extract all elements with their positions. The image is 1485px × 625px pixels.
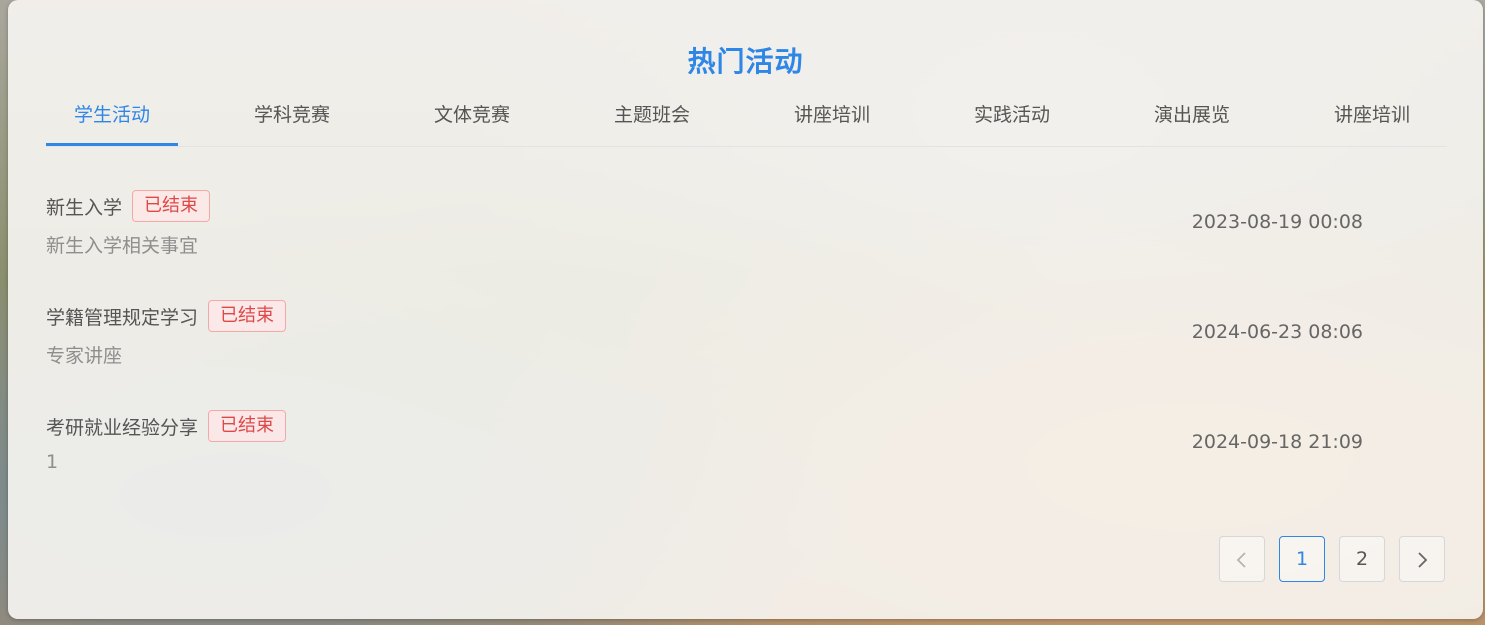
tab-subject-competitions[interactable]: 学科竞赛 [226,96,358,144]
prev-page-button[interactable] [1219,536,1265,582]
activity-datetime: 2024-06-23 08:06 [1191,321,1363,343]
tab-lectures-training-2[interactable]: 讲座培训 [1306,96,1438,144]
chevron-left-icon [1236,552,1246,568]
panel-title: 热门活动 [687,45,804,78]
activity-title[interactable]: 学籍管理规定学习 [46,303,198,330]
activity-item[interactable]: 学籍管理规定学习 已结束 专家讲座 2024-06-23 08:06 [46,299,1406,389]
activity-item[interactable]: 新生入学 已结束 新生入学相关事宜 2023-08-19 00:08 [46,189,1406,279]
hot-activities-panel: 热门活动 学生活动 学科竞赛 文体竞赛 主题班会 讲座培训 实践活动 演出展览 … [8,0,1483,619]
activity-description: 专家讲座 [46,345,123,367]
page-button-1[interactable]: 1 [1279,536,1325,582]
category-tabs: 学生活动 学科竞赛 文体竞赛 主题班会 讲座培训 实践活动 演出展览 讲座培训 [46,96,1447,147]
status-badge: 已结束 [208,300,287,332]
tab-student-activities[interactable]: 学生活动 [46,96,178,144]
status-badge: 已结束 [208,410,287,442]
activity-title-row: 新生入学 已结束 [46,189,211,223]
next-page-button[interactable] [1399,536,1445,582]
tab-arts-sports-competitions[interactable]: 文体竞赛 [406,96,538,144]
activity-title[interactable]: 新生入学 [46,193,122,220]
activity-title[interactable]: 考研就业经验分享 [46,413,198,440]
status-badge: 已结束 [132,190,211,222]
tab-performances-exhibitions[interactable]: 演出展览 [1126,96,1258,144]
activity-item[interactable]: 考研就业经验分享 已结束 1 2024-09-18 21:09 [46,409,1406,499]
page-button-2[interactable]: 2 [1339,536,1385,582]
active-tab-indicator [46,143,178,146]
activity-description: 1 [46,451,59,473]
activity-title-row: 学籍管理规定学习 已结束 [46,299,287,333]
tab-theme-class-meetings[interactable]: 主题班会 [586,96,718,144]
activity-title-row: 考研就业经验分享 已结束 [46,409,287,443]
activity-datetime: 2024-09-18 21:09 [1191,431,1363,453]
tab-lectures-training[interactable]: 讲座培训 [766,96,898,144]
activity-description: 新生入学相关事宜 [46,235,199,257]
chevron-right-icon [1418,552,1428,568]
activity-datetime: 2023-08-19 00:08 [1191,211,1363,233]
tab-practice-activities[interactable]: 实践活动 [946,96,1078,144]
